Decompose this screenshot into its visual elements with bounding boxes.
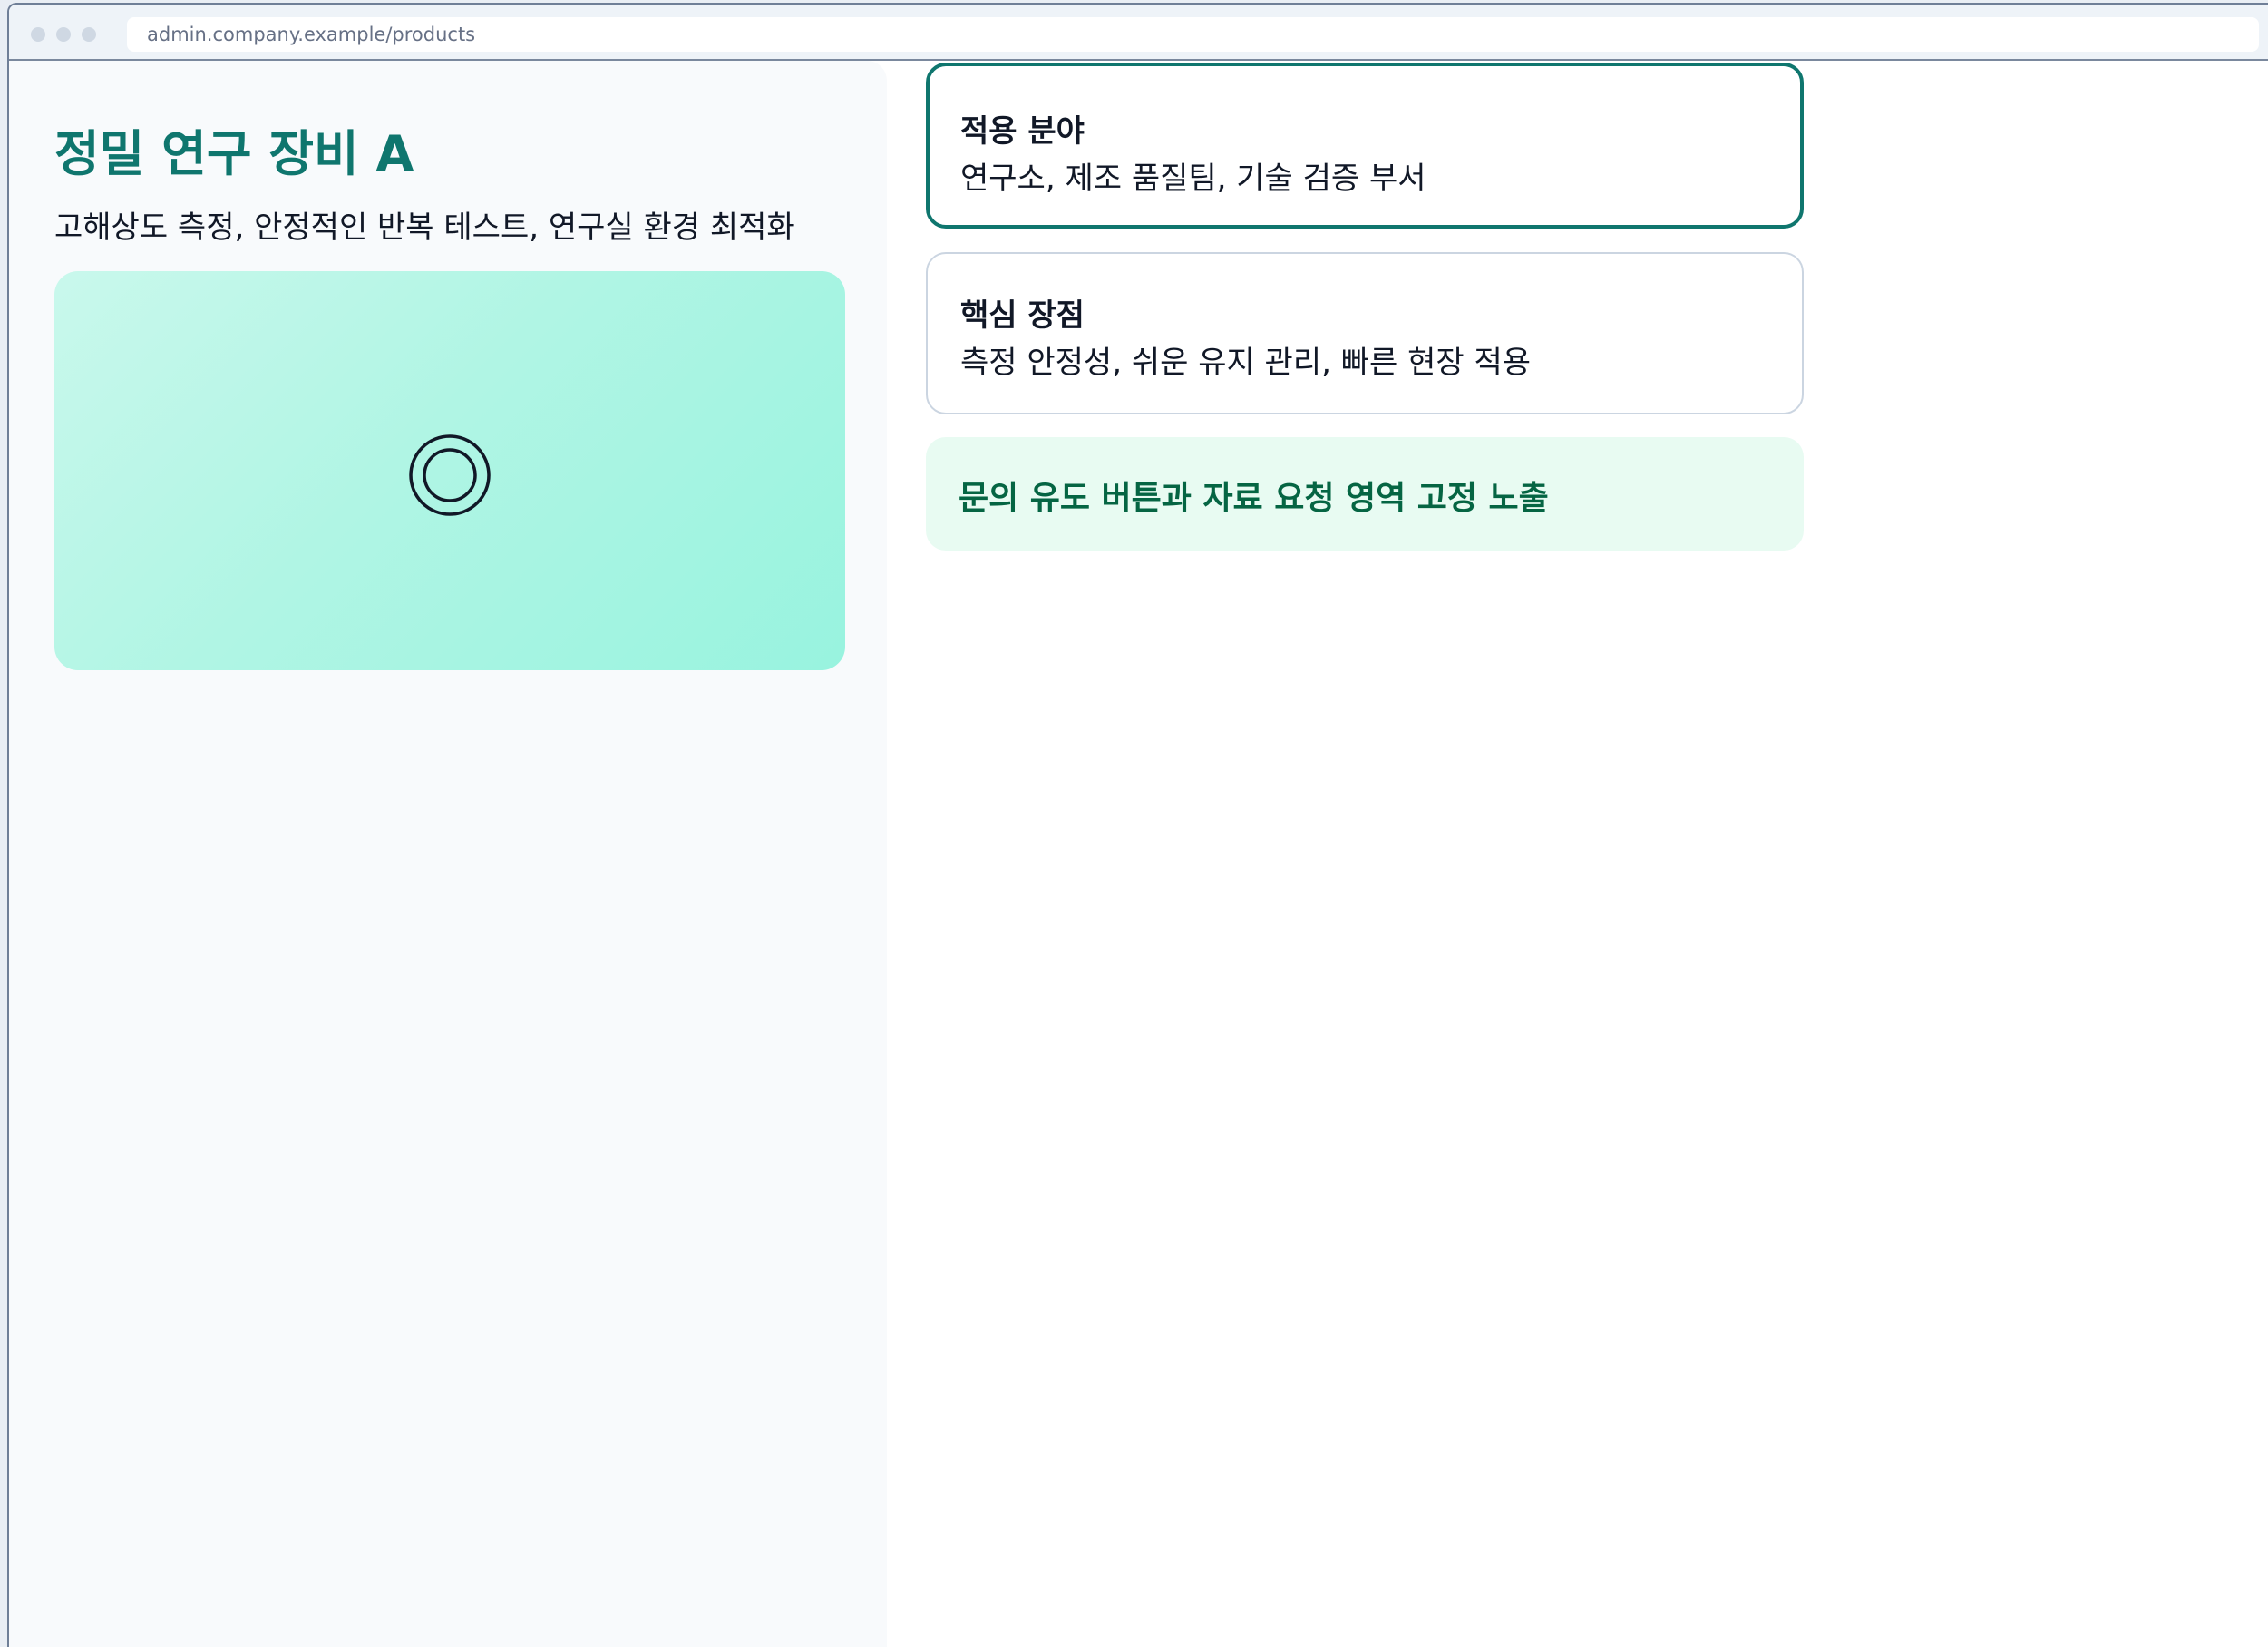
window-close-dot[interactable] xyxy=(31,27,45,42)
address-bar[interactable]: admin.company.example/products xyxy=(127,17,2259,52)
application-card-text: 연구소, 제조 품질팀, 기술 검증 부서 xyxy=(960,161,1426,197)
product-description: 고해상도 측정, 안정적인 반복 테스트, 연구실 환경 최적화 xyxy=(54,210,795,246)
product-media xyxy=(54,271,845,670)
application-card[interactable]: 적용 분야 연구소, 제조 품질팀, 기술 검증 부서 xyxy=(926,63,1804,229)
target-icon xyxy=(409,434,491,516)
browser-titlebar: admin.company.example/products xyxy=(9,5,2268,61)
product-title: 정밀 연구 장비 A xyxy=(54,125,414,182)
window-maximize-dot[interactable] xyxy=(82,27,96,42)
advantages-card[interactable]: 핵심 장점 측정 안정성, 쉬운 유지 관리, 빠른 현장 적용 xyxy=(926,252,1804,414)
browser-window: admin.company.example/products 정밀 연구 장비 … xyxy=(7,3,2268,1647)
advantages-card-title: 핵심 장점 xyxy=(960,297,1085,334)
cta-banner[interactable]: 문의 유도 버튼과 자료 요청 영역 고정 노출 xyxy=(926,437,1804,551)
cta-text: 문의 유도 버튼과 자료 요청 영역 고정 노출 xyxy=(959,480,1549,517)
advantages-card-text: 측정 안정성, 쉬운 유지 관리, 빠른 현장 적용 xyxy=(960,345,1532,381)
window-minimize-dot[interactable] xyxy=(56,27,71,42)
product-panel: 정밀 연구 장비 A 고해상도 측정, 안정적인 반복 테스트, 연구실 환경 … xyxy=(9,61,887,1647)
application-card-title: 적용 분야 xyxy=(960,113,1085,150)
